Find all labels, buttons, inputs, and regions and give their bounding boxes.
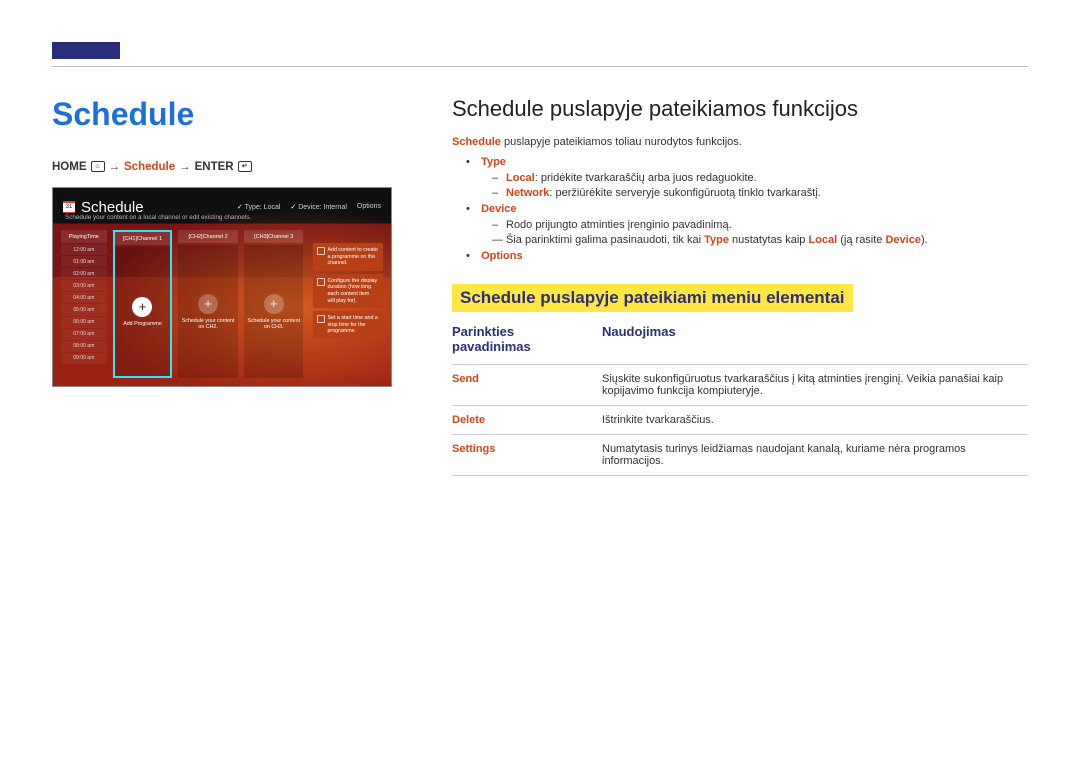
tip-card[interactable]: Configure the display duration (how long… [313,274,383,308]
time-row: 12:00 am [61,244,107,255]
keyword-schedule: Schedule [452,136,501,148]
plus-icon[interactable]: + [264,294,284,314]
option-name: Settings [452,435,602,476]
enter-icon: ↵ [238,161,252,172]
page-title: Schedule [52,96,392,133]
screenshot-body: PlayingTime 12:00 am 01:00 am 02:00 am 0… [53,230,391,386]
channel-cell[interactable]: + Schedule your content on CH2. [178,245,238,378]
top-divider [52,66,1028,67]
home-icon: ⌂ [91,161,105,172]
keyword-type: Type [704,234,729,246]
note-text: (ją rasite [837,234,885,246]
feature-type: Type Local: pridėkite tvarkaraščių arba … [466,156,1028,199]
device-desc: Rodo prijungto atminties įrenginio pavad… [492,219,1028,231]
highlighted-heading: Schedule puslapyje pateikiami meniu elem… [452,284,853,312]
plus-icon[interactable]: + [198,294,218,314]
options-button[interactable]: Options [357,203,381,211]
channel-header: [CH3]Channel 3 [244,230,304,243]
time-row: 08:00 am [61,341,107,352]
feature-label: Device [481,203,516,215]
time-header: PlayingTime [61,230,107,243]
type-network: Network: peržiūrėkite serveryje sukonfig… [492,187,1028,199]
channel-col-2[interactable]: [CH2]Channel 2 + Schedule your content o… [178,230,238,378]
breadcrumb: HOME ⌂ → Schedule → ENTER ↵ [52,161,392,173]
arrow-icon: → [179,161,191,173]
screenshot-header-right: Type: Local Device: Internal Options [237,203,381,211]
option-name: Delete [452,406,602,435]
tip-card[interactable]: Set a start time and a stop time for the… [313,311,383,339]
option-name: Send [452,365,602,406]
type-local: Local: pridėkite tvarkaraščių arba juos … [492,172,1028,184]
calendar-icon [63,201,75,213]
note-text: nustatytas kaip [729,234,809,246]
table-header-name: Parinkties pavadinimas [452,324,602,365]
breadcrumb-schedule: Schedule [124,161,175,173]
tip-card[interactable]: Add content to create a programme on the… [313,243,383,271]
breadcrumb-enter: ENTER [195,161,234,173]
network-text: : peržiūrėkite serveryje sukonfigūruotą … [549,187,820,199]
options-table: Parinkties pavadinimas Naudojimas Send S… [452,324,1028,476]
channel-cell[interactable]: + Schedule your content on CH3. [244,245,304,378]
table-row: Delete Ištrinkite tvarkaraščius. [452,406,1028,435]
section-heading: Schedule puslapyje pateikiamos funkcijos [452,96,1028,122]
feature-label: Type [481,156,506,168]
keyword-device: Device [885,234,920,246]
channel-header: [CH2]Channel 2 [178,230,238,243]
time-row: 01:00 am [61,256,107,267]
time-row: 04:00 am [61,292,107,303]
plus-icon[interactable]: + [132,297,152,317]
tips-column: Add content to create a programme on the… [313,243,383,378]
feature-list: Type Local: pridėkite tvarkaraščių arba … [466,156,1028,262]
channel-caption: Add Programme [120,321,165,327]
intro-rest: puslapyje pateikiamos toliau nurodytos f… [501,136,742,148]
screenshot-title: Schedule [81,199,144,216]
feature-device: Device Rodo prijungto atminties įrengini… [466,203,1028,246]
right-column: Schedule puslapyje pateikiamos funkcijos… [452,96,1028,476]
option-desc: Ištrinkite tvarkaraščius. [602,406,1028,435]
breadcrumb-home: HOME [52,161,87,173]
channel-cell[interactable]: + Add Programme [115,247,171,376]
feature-label: Options [481,250,523,262]
keyword-local: Local [808,234,837,246]
time-row: 03:00 am [61,280,107,291]
time-row: 07:00 am [61,329,107,340]
page-content: Schedule HOME ⌂ → Schedule → ENTER ↵ Sch… [52,96,1028,476]
feature-options: Options [466,250,1028,262]
note-text: Šia parinktimi galima pasinaudoti, tik k… [506,234,704,246]
table-row: Send Siųskite sukonfigūruotus tvarkarašč… [452,365,1028,406]
screenshot-subtitle: Schedule your content on a local channel… [65,214,251,221]
option-desc: Siųskite sukonfigūruotus tvarkaraščius į… [602,365,1028,406]
keyword-local: Local [506,172,535,184]
time-column: PlayingTime 12:00 am 01:00 am 02:00 am 0… [61,230,107,378]
device-sublist: Rodo prijungto atminties įrenginio pavad… [492,219,1028,231]
note-text: ). [921,234,928,246]
device-dropdown[interactable]: Device: Internal [290,203,346,211]
device-note: Šia parinktimi galima pasinaudoti, tik k… [492,234,1028,246]
time-row: 06:00 am [61,317,107,328]
left-column: Schedule HOME ⌂ → Schedule → ENTER ↵ Sch… [52,96,392,476]
channel-caption: Schedule your content on CH3. [244,318,304,330]
time-row: 02:00 am [61,268,107,279]
local-text: : pridėkite tvarkaraščių arba juos redag… [535,172,757,184]
channel-caption: Schedule your content on CH2. [178,318,238,330]
type-sublist: Local: pridėkite tvarkaraščių arba juos … [492,172,1028,199]
table-row: Settings Numatytasis turinys leidžiamas … [452,435,1028,476]
chapter-marker [52,42,120,59]
arrow-icon: → [109,161,121,173]
time-row: 05:00 am [61,304,107,315]
table-header-usage: Naudojimas [602,324,1028,365]
schedule-screenshot: Schedule Type: Local Device: Internal Op… [52,187,392,387]
option-desc: Numatytasis turinys leidžiamas naudojant… [602,435,1028,476]
keyword-network: Network [506,187,549,199]
channel-col-3[interactable]: [CH3]Channel 3 + Schedule your content o… [244,230,304,378]
channel-col-1[interactable]: [CH1]Channel 1 + Add Programme [113,230,173,378]
type-dropdown[interactable]: Type: Local [237,203,281,211]
channel-header: [CH1]Channel 1 [115,232,171,245]
time-row: 09:00 am [61,353,107,364]
intro-text: Schedule puslapyje pateikiamos toliau nu… [452,136,1028,148]
